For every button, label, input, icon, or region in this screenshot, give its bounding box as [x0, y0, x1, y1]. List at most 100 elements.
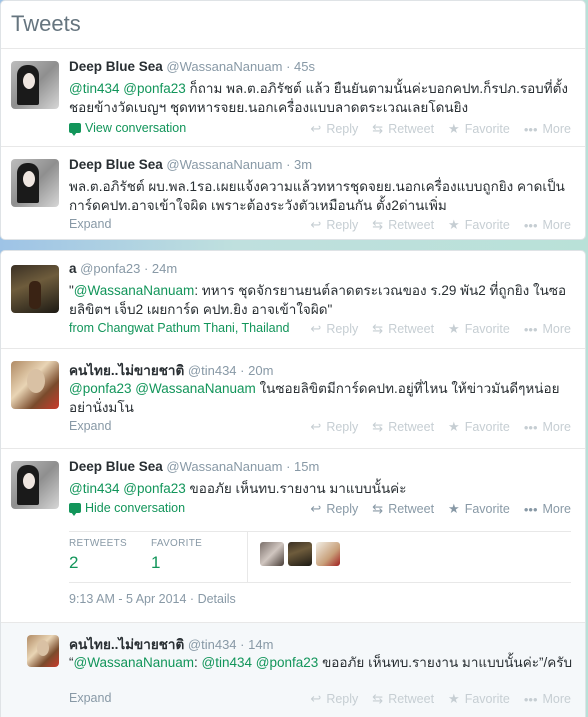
retweet-button[interactable]: ⇆ Retweet — [372, 121, 434, 137]
conversation-panel: a @ponfa23 · 24m "@WassanaNanuam: ทหาร ช… — [0, 250, 586, 717]
favorites-stat[interactable]: FAVORITE 1 — [151, 532, 247, 582]
tweet-time[interactable]: 3m — [294, 157, 312, 172]
avatar[interactable] — [27, 635, 59, 667]
expand-link[interactable]: Expand — [69, 419, 111, 433]
tweet-item[interactable]: a @ponfa23 · 24m "@WassanaNanuam: ทหาร ช… — [1, 251, 585, 349]
mention-link[interactable]: @WassanaNanuam — [74, 283, 195, 298]
retweets-stat[interactable]: RETWEETS 2 — [69, 532, 151, 582]
mention-link[interactable]: @WassanaNanuam — [74, 655, 195, 670]
reply-button[interactable]: ↩ Reply — [310, 121, 358, 137]
reply-button[interactable]: ↩ Reply — [310, 691, 358, 707]
reply-button[interactable]: ↩ Reply — [310, 321, 358, 337]
dots-icon: ••• — [523, 691, 538, 707]
retweet-icon: ⇆ — [372, 419, 384, 434]
retweet-button[interactable]: ⇆ Retweet — [372, 419, 434, 435]
expand-link[interactable]: Expand — [69, 217, 111, 231]
tweet-time[interactable]: 24m — [152, 261, 177, 276]
tweet-item-reply[interactable]: คนไทย..ไม่ขายชาติ @tin434 · 14m “@Wassan… — [1, 623, 585, 717]
tweet-item[interactable]: Deep Blue Sea @WassanaNanuam · 45s @tin4… — [1, 49, 585, 147]
tweet-text: พล.ต.อภิรัชต์ ผบ.พล.1รอ.เผยแจ้งความแล้วท… — [69, 179, 565, 213]
mention-link[interactable]: @ponfa23 — [123, 481, 186, 496]
user-handle[interactable]: @tin434 — [188, 637, 237, 652]
favorite-button[interactable]: ★ Favorite — [448, 321, 510, 337]
user-handle[interactable]: @ponfa23 — [80, 261, 140, 276]
tweet-time[interactable]: 15m — [294, 459, 319, 474]
avatar[interactable] — [11, 361, 59, 409]
view-conversation-link[interactable]: View conversation — [69, 121, 186, 136]
reply-arrow-icon: ↩ — [310, 121, 322, 136]
user-handle[interactable]: @WassanaNanuam — [166, 59, 282, 74]
dots-icon: ••• — [523, 321, 538, 337]
tweet-text: “@WassanaNanuam: @tin434 @ponfa23 ขออภัย… — [69, 655, 573, 670]
avatar[interactable] — [316, 542, 340, 566]
star-icon: ★ — [448, 691, 460, 706]
avatar[interactable] — [288, 542, 312, 566]
favorite-button[interactable]: ★ Favorite — [448, 501, 510, 517]
avatar[interactable] — [11, 61, 59, 109]
dots-icon: ••• — [523, 501, 538, 517]
reply-arrow-icon: ↩ — [310, 501, 322, 516]
user-name[interactable]: คนไทย..ไม่ขายชาติ — [69, 637, 184, 652]
speech-bubble-icon — [69, 503, 81, 516]
reply-arrow-icon: ↩ — [310, 691, 322, 706]
avatar[interactable] — [11, 461, 59, 509]
retweet-button[interactable]: ⇆ Retweet — [372, 321, 434, 337]
user-name[interactable]: a — [69, 261, 77, 276]
user-name[interactable]: Deep Blue Sea — [69, 459, 163, 474]
star-icon: ★ — [448, 419, 460, 434]
favorite-button[interactable]: ★ Favorite — [448, 217, 510, 233]
more-button[interactable]: ••• More — [524, 691, 571, 707]
avatar[interactable] — [11, 265, 59, 313]
reply-button[interactable]: ↩ Reply — [310, 217, 358, 233]
favorite-button[interactable]: ★ Favorite — [448, 419, 510, 435]
retweet-icon: ⇆ — [372, 321, 384, 336]
expand-link[interactable]: Expand — [69, 691, 111, 705]
more-button[interactable]: ••• More — [524, 501, 571, 517]
mention-link[interactable]: @ponfa23 — [256, 655, 319, 670]
retweet-icon: ⇆ — [372, 691, 384, 706]
more-button[interactable]: ••• More — [524, 321, 571, 337]
tweet-item[interactable]: Deep Blue Sea @WassanaNanuam · 3m พล.ต.อ… — [1, 147, 585, 239]
retweet-icon: ⇆ — [372, 501, 384, 516]
mention-link[interactable]: @ponfa23 — [69, 381, 132, 396]
user-handle[interactable]: @tin434 — [188, 363, 237, 378]
mention-link[interactable]: @tin434 — [69, 481, 120, 496]
retweet-button[interactable]: ⇆ Retweet — [372, 217, 434, 233]
tweet-text: @tin434 @ponfa23 ก็ถาม พล.ต.อภิรัชต์ แล้… — [69, 81, 569, 115]
retweet-button[interactable]: ⇆ Retweet — [372, 501, 434, 517]
tweet-time[interactable]: 14m — [248, 637, 273, 652]
retweet-button[interactable]: ⇆ Retweet — [372, 691, 434, 707]
avatar[interactable] — [260, 542, 284, 566]
mention-link[interactable]: @ponfa23 — [123, 81, 186, 96]
details-link[interactable]: Details — [198, 592, 236, 606]
tweet-stats: RETWEETS 2 FAVORITE 1 — [69, 531, 571, 583]
user-handle[interactable]: @WassanaNanuam — [166, 459, 282, 474]
tweet-text: @ponfa23 @WassanaNanuam ในซอยลิขิตมีการ์… — [69, 381, 560, 415]
retweet-icon: ⇆ — [372, 121, 384, 136]
reply-arrow-icon: ↩ — [310, 217, 322, 232]
hide-conversation-link[interactable]: Hide conversation — [69, 501, 185, 516]
tweet-item[interactable]: คนไทย..ไม่ขายชาติ @tin434 · 20m @ponfa23… — [1, 349, 585, 449]
user-name[interactable]: Deep Blue Sea — [69, 157, 163, 172]
location-link[interactable]: from Changwat Pathum Thani, Thailand — [69, 321, 290, 335]
more-button[interactable]: ••• More — [524, 419, 571, 435]
user-name[interactable]: คนไทย..ไม่ขายชาติ — [69, 363, 184, 378]
user-name[interactable]: Deep Blue Sea — [69, 59, 163, 74]
more-button[interactable]: ••• More — [524, 121, 571, 137]
reply-button[interactable]: ↩ Reply — [310, 419, 358, 435]
tweet-time[interactable]: 45s — [294, 59, 315, 74]
star-icon: ★ — [448, 121, 460, 136]
mention-link[interactable]: @tin434 — [69, 81, 120, 96]
favorite-button[interactable]: ★ Favorite — [448, 121, 510, 137]
mention-link[interactable]: @tin434 — [202, 655, 253, 670]
dots-icon: ••• — [523, 121, 538, 137]
more-button[interactable]: ••• More — [524, 217, 571, 233]
tweet-item-expanded[interactable]: Deep Blue Sea @WassanaNanuam · 15m @tin4… — [1, 449, 585, 623]
avatar[interactable] — [11, 159, 59, 207]
reply-button[interactable]: ↩ Reply — [310, 501, 358, 517]
tweet-time[interactable]: 20m — [248, 363, 273, 378]
tweet-text: "@WassanaNanuam: ทหาร ชุดจักรยานยนต์ลาดต… — [69, 283, 567, 317]
mention-link[interactable]: @WassanaNanuam — [135, 381, 256, 396]
favorite-button[interactable]: ★ Favorite — [448, 691, 510, 707]
user-handle[interactable]: @WassanaNanuam — [166, 157, 282, 172]
